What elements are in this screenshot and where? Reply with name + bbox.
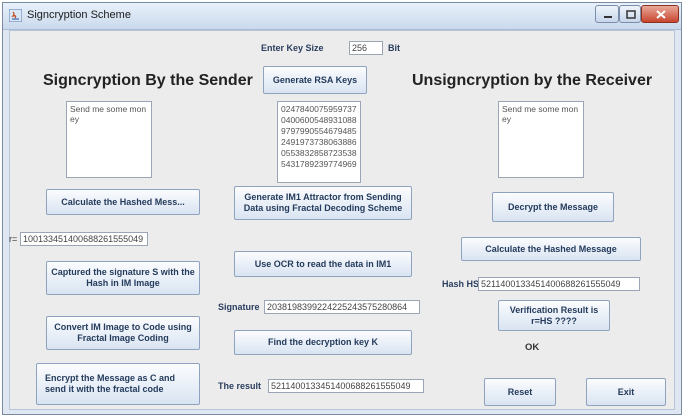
reset-button[interactable]: Reset bbox=[484, 378, 556, 406]
captured-signature-button[interactable]: Captured the signature S with the Hash i… bbox=[46, 261, 200, 295]
java-app-icon bbox=[9, 9, 22, 22]
key-size-input[interactable]: 256 bbox=[349, 41, 383, 55]
key-size-label: Enter Key Size bbox=[261, 43, 324, 53]
main-window: Signcryption Scheme Enter Key Size 256 B… bbox=[2, 2, 682, 415]
sender-message-textarea[interactable]: Send me some mon ey bbox=[66, 101, 152, 178]
rsa-key-line: 9797990554679485 bbox=[281, 126, 357, 136]
rsa-keys-textarea[interactable]: 0247840075959737 0400600548931088 979799… bbox=[277, 101, 361, 183]
sender-heading: Signcryption By the Sender bbox=[43, 72, 253, 89]
title-bar[interactable]: Signcryption Scheme bbox=[3, 3, 681, 30]
content-panel: Enter Key Size 256 Bit Signcryption By t… bbox=[9, 30, 675, 410]
receiver-message-line-1: Send me some mon bbox=[502, 104, 579, 114]
generate-rsa-keys-button[interactable]: Generate RSA Keys bbox=[263, 66, 367, 94]
close-icon bbox=[656, 10, 666, 19]
calculate-hashed-message-receiver-button[interactable]: Calculate the Hashed Message bbox=[461, 237, 641, 261]
minimize-icon bbox=[604, 16, 612, 18]
sender-message-line-2: ey bbox=[70, 114, 79, 124]
find-decryption-key-button[interactable]: Find the decryption key K bbox=[234, 330, 412, 355]
rsa-key-line: 0400600548931088 bbox=[281, 115, 357, 125]
receiver-heading: Unsigncryption by the Receiver bbox=[412, 72, 653, 89]
generate-im1-attractor-button[interactable]: Generate IM1 Attractor from Sending Data… bbox=[234, 186, 412, 220]
result-label: The result bbox=[218, 381, 262, 391]
hash-hs-field[interactable]: 521140013345140068826155504​9 bbox=[478, 277, 640, 291]
verification-result-button[interactable]: Verification Result is r=HS ???? bbox=[498, 300, 610, 331]
receiver-message-textarea[interactable]: Send me some mon ey bbox=[498, 101, 584, 178]
rsa-key-line: 2491973738063886 bbox=[281, 137, 357, 147]
minimize-button[interactable] bbox=[595, 5, 619, 23]
rsa-key-line: 5431789239774969 bbox=[281, 159, 357, 169]
rsa-key-line: 0247840075959737 bbox=[281, 104, 357, 114]
exit-button[interactable]: Exit bbox=[586, 378, 666, 406]
r-value-field[interactable]: 100133451400688261555049 bbox=[20, 232, 148, 246]
decrypt-message-button[interactable]: Decrypt the Message bbox=[492, 192, 614, 222]
rsa-key-line: 0553832858723538 bbox=[281, 148, 357, 158]
key-size-unit: Bit bbox=[388, 43, 400, 53]
close-button[interactable] bbox=[641, 5, 679, 23]
hash-hs-label: Hash HS bbox=[442, 279, 480, 289]
signature-label: Signature bbox=[218, 302, 260, 312]
use-ocr-button[interactable]: Use OCR to read the data in IM1 bbox=[234, 251, 412, 277]
signature-field[interactable]: 203819839922422524357528086​4 bbox=[264, 300, 420, 314]
maximize-icon bbox=[626, 10, 636, 19]
calculate-hashed-message-sender-button[interactable]: Calculate the Hashed Mess... bbox=[46, 189, 200, 215]
status-ok-label: OK bbox=[525, 342, 540, 353]
maximize-button[interactable] bbox=[619, 5, 641, 23]
r-label: r= bbox=[9, 234, 18, 244]
encrypt-message-button[interactable]: Encrypt the Message as C and send it wit… bbox=[36, 363, 200, 405]
result-field[interactable]: 521140013345140068826155504​9 bbox=[268, 379, 424, 393]
convert-im-image-button[interactable]: Convert IM Image to Code using Fractal I… bbox=[46, 316, 200, 350]
window-title: Signcryption Scheme bbox=[27, 9, 131, 21]
receiver-message-line-2: ey bbox=[502, 114, 511, 124]
sender-message-line-1: Send me some mon bbox=[70, 104, 147, 114]
